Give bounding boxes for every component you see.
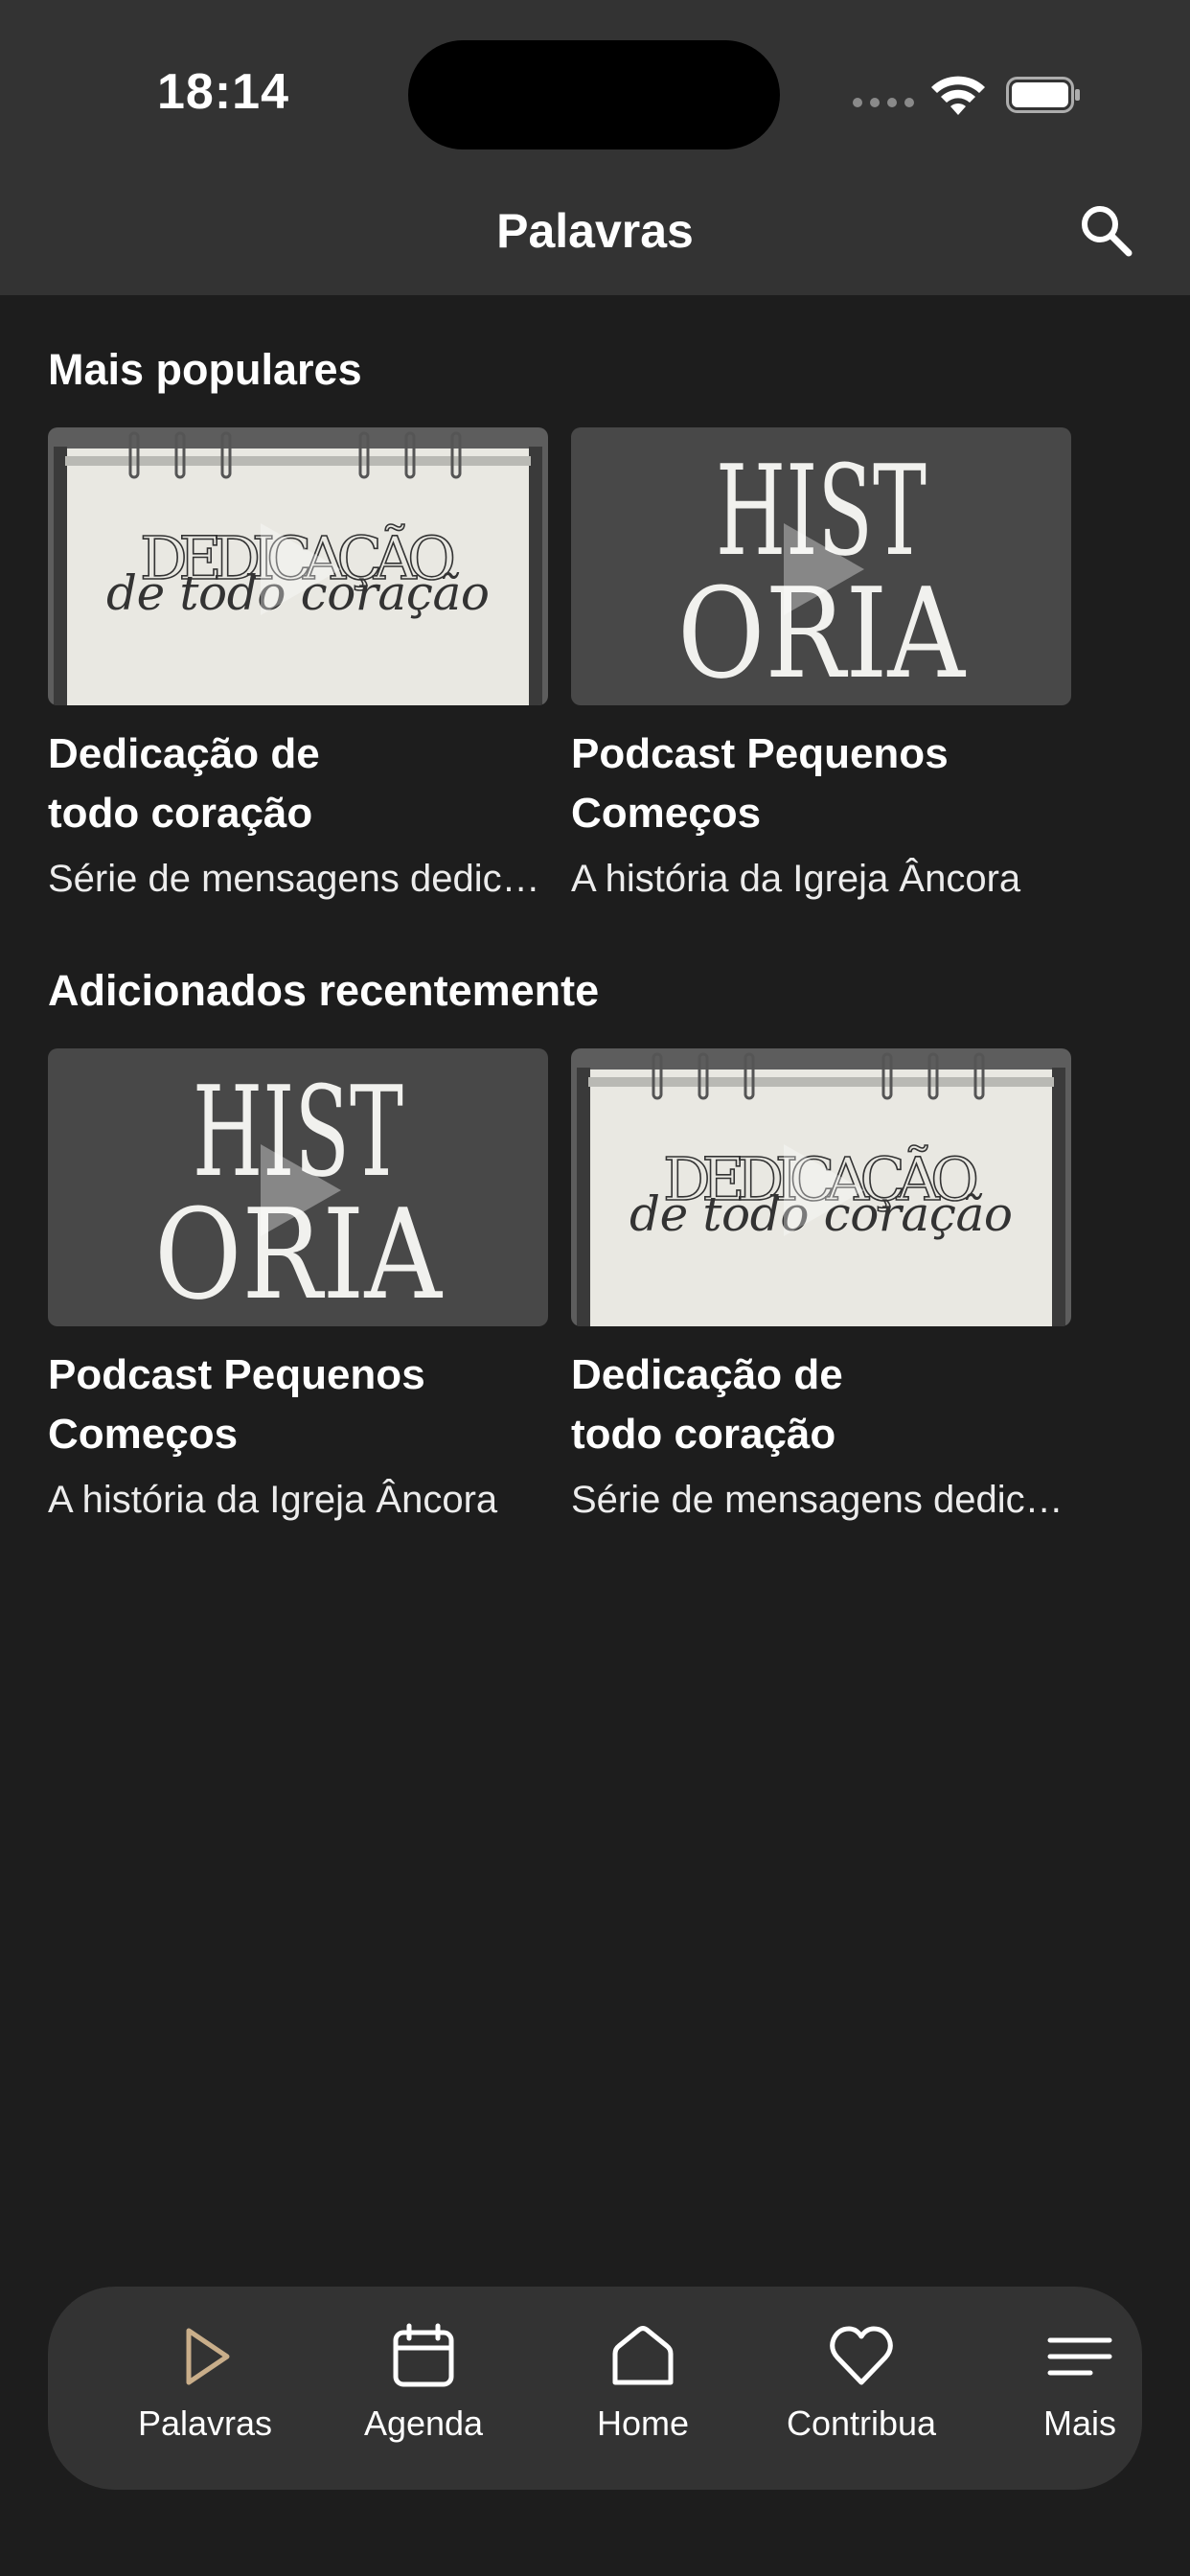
- play-icon: [186, 2328, 230, 2385]
- tab-contribua[interactable]: Contribua: [766, 2323, 957, 2444]
- card-title: Podcast Pequenos Começos: [48, 1351, 425, 1458]
- menu-icon: [1047, 2337, 1112, 2376]
- content-card[interactable]: DEDICAÇÃO de todo coração Dedicação de tod…: [48, 427, 548, 905]
- card-title: Podcast Pequenos Começos: [571, 730, 949, 837]
- tab-bar: Palavras Agenda Home Contribua Mais: [48, 2287, 1142, 2490]
- tab-home[interactable]: Home: [547, 2323, 739, 2444]
- content-card[interactable]: DEDICAÇÃO de todo coração Dedicação de tod…: [571, 1048, 1071, 1526]
- page-title: Palavras: [496, 204, 694, 258]
- card-subtitle: Série de mensagens dedicação de todo cor…: [48, 858, 548, 900]
- tab-label: Home: [596, 2404, 690, 2443]
- status-time: 18:14: [157, 64, 289, 120]
- content-card[interactable]: HIST ORIA Podcast Pequenos Começos A histó…: [48, 1048, 548, 1526]
- thumbnail[interactable]: HIST ORIA: [48, 1048, 548, 1326]
- section-title-recent: Adicionados recentemente: [48, 966, 600, 1015]
- section-title-popular: Mais populares: [48, 345, 362, 394]
- calendar-icon: [393, 2323, 454, 2387]
- card-subtitle: A história da Igreja Âncora: [571, 858, 1021, 900]
- battery-icon: [1006, 77, 1080, 113]
- tab-palavras[interactable]: Palavras: [109, 2323, 301, 2444]
- tab-label: Contribua: [786, 2404, 937, 2443]
- search-icon[interactable]: [1077, 201, 1134, 259]
- tab-label: Mais: [1042, 2404, 1116, 2443]
- tab-label: Agenda: [363, 2404, 484, 2443]
- thumbnail-art-historia: HISTORIA: [154, 1059, 444, 1326]
- thumbnail-art-historia: HISTORIA: [677, 438, 967, 705]
- wifi-icon: [931, 76, 985, 115]
- thumbnail[interactable]: HIST ORIA: [571, 427, 1071, 705]
- card-subtitle: A história da Igreja Âncora: [48, 1479, 498, 1521]
- thumbnail[interactable]: DEDICAÇÃO de todo coração: [571, 1048, 1071, 1326]
- heart-icon: [830, 2326, 893, 2385]
- top-bar: 18:14 Palavras: [0, 0, 1190, 295]
- tab-agenda[interactable]: Agenda: [328, 2323, 519, 2444]
- tab-label: Palavras: [137, 2404, 273, 2443]
- card-title: Dedicação de todo coração: [571, 1351, 843, 1458]
- thumbnail-art-dedicacao: DEDICAÇÃOde todo coração: [577, 1052, 1065, 1326]
- signal-icon: [853, 92, 916, 111]
- tab-mais[interactable]: Mais: [984, 2323, 1176, 2444]
- home-icon: [612, 2326, 674, 2385]
- dynamic-island: [408, 40, 780, 150]
- thumbnail[interactable]: DEDICAÇÃO de todo coração: [48, 427, 548, 705]
- content-card[interactable]: HIST ORIA Podcast Pequenos Começos A histó…: [571, 427, 1071, 905]
- card-title: Dedicação de todo coração: [48, 730, 320, 837]
- thumbnail-art-dedicacao: DEDICAÇÃOde todo coração: [54, 431, 542, 705]
- card-subtitle: Série de mensagens dedicação de todo cor…: [571, 1479, 1071, 1521]
